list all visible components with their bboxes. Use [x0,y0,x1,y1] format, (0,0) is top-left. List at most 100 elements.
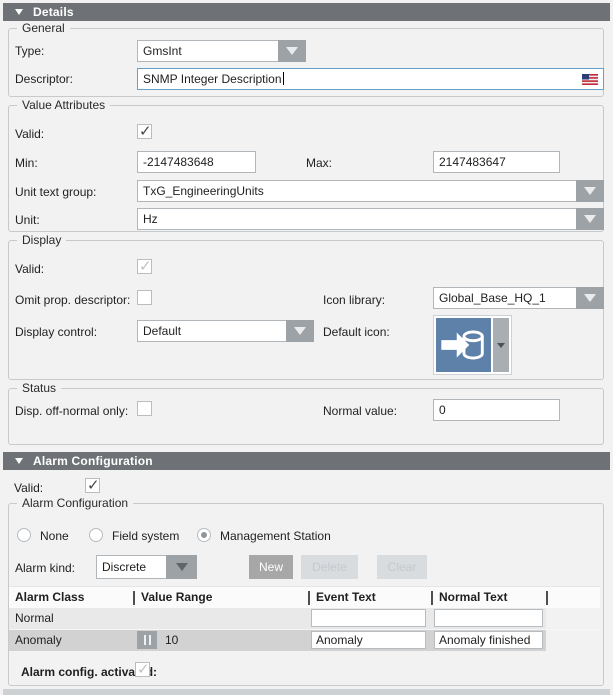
display-valid-label: Valid: [15,262,44,277]
unit-text-group-dropdown-button[interactable] [576,180,604,202]
event-text-cell [308,630,431,651]
value-range-cell: 10 [133,630,308,651]
chevron-down-icon [294,327,306,335]
new-button[interactable]: New [249,555,293,579]
general-group: General Type: GmsInt Descriptor: SNMP In… [8,28,604,97]
alarm-valid-label: Valid: [14,481,43,496]
alarm-kind-dropdown[interactable]: Discrete [96,555,197,579]
default-icon-dropdown-button[interactable] [493,318,509,372]
max-label: Max: [306,156,332,171]
min-input[interactable] [137,151,256,173]
default-icon-picker[interactable] [433,315,512,375]
col-header-value-range: Value Range [135,587,308,609]
type-dropdown[interactable]: GmsInt [137,40,306,62]
disp-off-normal-checkbox[interactable] [137,401,152,416]
alarm-configuration-section-header[interactable]: Alarm Configuration [3,452,610,470]
chevron-down-icon [584,215,596,223]
alarm-table-header: Alarm Class Value Range Event Text Norma… [9,586,600,608]
col-header-alarm-class: Alarm Class [9,587,133,609]
value-attributes-group: Value Attributes Valid: Min: Max: Unit t… [8,105,604,232]
details-section-title: Details [33,5,74,19]
icon-library-value: Global_Base_HQ_1 [433,287,576,309]
details-section-header[interactable]: Details [3,3,610,21]
descriptor-value: SNMP Integer Description [143,72,282,86]
unit-text-group-dropdown[interactable]: TxG_EngineeringUnits [137,180,604,202]
alarm-kind-value: Discrete [96,555,166,579]
chevron-down-icon [584,294,596,302]
unit-dropdown-button[interactable] [576,208,604,230]
display-control-label: Display control: [15,325,97,340]
valid-label: Valid: [15,127,44,142]
icon-library-dropdown-button[interactable] [576,287,604,309]
status-group: Status Disp. off-normal only: Normal val… [8,388,604,445]
table-row-normal[interactable]: Normal [9,608,600,629]
display-group: Display Valid: Omit prop. descriptor: Ic… [8,240,604,380]
collapse-triangle-icon [15,9,23,15]
text-cursor [283,72,284,85]
unit-label: Unit: [15,213,40,228]
icon-library-dropdown[interactable]: Global_Base_HQ_1 [433,287,604,309]
status-group-title: Status [17,381,61,396]
disp-off-normal-label: Disp. off-normal only: [15,404,128,419]
display-control-dropdown[interactable]: Default [137,320,314,342]
event-text-input[interactable] [311,609,426,627]
col-header-normal-text: Normal Text [433,587,546,609]
normal-text-input[interactable] [434,631,543,649]
clear-button: Clear [377,555,427,579]
alarm-config-activated-checkbox [135,662,150,677]
value-range-cell [133,608,308,629]
max-input[interactable] [433,151,560,173]
icon-library-label: Icon library: [323,293,385,308]
omit-prop-descriptor-label: Omit prop. descriptor: [15,293,130,308]
default-icon-label: Default icon: [323,325,390,340]
range-value: 10 [165,633,178,647]
display-control-dropdown-button[interactable] [286,320,314,342]
column-divider[interactable] [546,591,548,605]
type-dropdown-button[interactable] [278,40,306,62]
table-row-anomaly[interactable]: Anomaly 10 [9,629,600,650]
chevron-down-icon [584,187,596,195]
unit-text-group-label: Unit text group: [15,185,96,200]
alarm-class-cell: Normal [9,608,133,629]
alarm-valid-checkbox[interactable] [85,478,100,493]
radio-none[interactable] [17,528,31,542]
event-text-input[interactable] [311,631,426,649]
alarm-configuration-group: Alarm Configuration None Field system Ma… [8,503,604,686]
normal-text-cell [431,608,546,629]
radio-management-station-label: Management Station [220,529,331,544]
normal-text-input[interactable] [434,609,543,627]
display-valid-checkbox [137,259,152,274]
unit-value: Hz [137,208,576,230]
unit-dropdown[interactable]: Hz [137,208,604,230]
horizontal-scrollbar[interactable] [3,689,610,695]
event-text-cell [308,608,431,629]
chevron-down-icon [497,343,505,348]
range-operator-button[interactable] [137,631,157,649]
alarm-kind-label: Alarm kind: [15,561,75,576]
collapse-triangle-icon [15,458,23,464]
display-group-title: Display [17,233,66,248]
delete-button: Delete [301,555,358,579]
alarm-class-table: Alarm Class Value Range Event Text Norma… [9,586,600,650]
display-control-value: Default [137,320,286,342]
arrow-to-database-icon [436,318,491,372]
normal-value-label: Normal value: [323,404,397,419]
alarm-configuration-section-title: Alarm Configuration [33,454,153,468]
radio-field-system[interactable] [89,528,103,542]
omit-prop-descriptor-checkbox[interactable] [137,290,152,305]
details-panel: Details General Type: GmsInt Descriptor:… [0,0,613,695]
valid-checkbox[interactable] [137,124,152,139]
alarm-configuration-group-title: Alarm Configuration [17,496,133,511]
unit-text-group-value: TxG_EngineeringUnits [137,180,576,202]
radio-field-system-label: Field system [112,529,179,544]
type-label: Type: [15,44,44,59]
descriptor-input[interactable]: SNMP Integer Description [137,68,604,90]
us-flag-icon [582,74,598,85]
general-group-title: General [17,21,70,36]
radio-management-station[interactable] [197,528,211,542]
chevron-down-icon [286,47,298,55]
value-attributes-title: Value Attributes [17,98,110,113]
type-value: GmsInt [137,40,278,62]
alarm-kind-dropdown-button[interactable] [166,555,197,579]
normal-value-input[interactable] [433,399,560,421]
